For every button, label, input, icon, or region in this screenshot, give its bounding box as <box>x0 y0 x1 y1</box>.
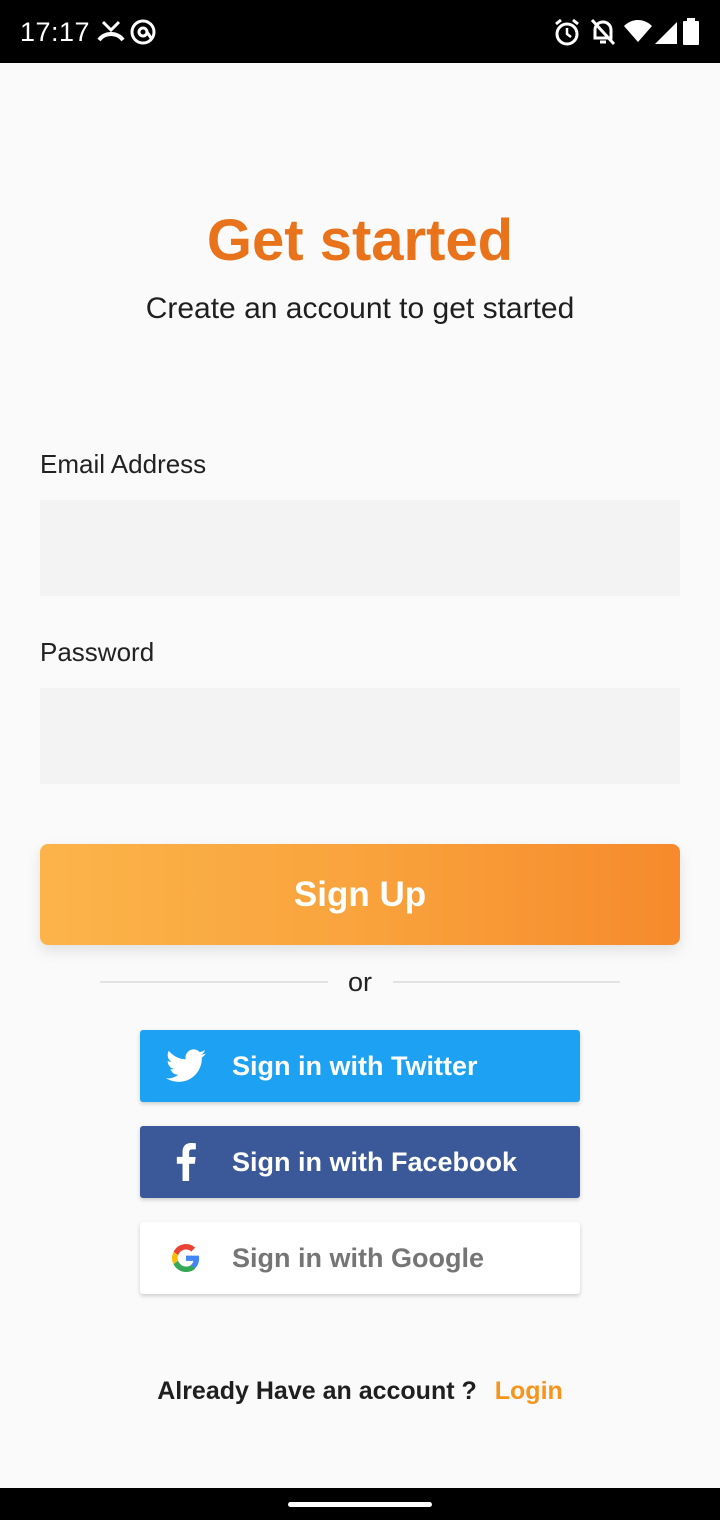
password-field[interactable] <box>40 688 680 784</box>
status-time: 17:17 <box>20 17 91 47</box>
facebook-sign-in-button[interactable]: Sign in with Facebook <box>140 1126 580 1198</box>
google-icon <box>164 1236 208 1280</box>
page-subtitle: Create an account to get started <box>145 292 575 325</box>
twitter-icon <box>164 1044 208 1088</box>
missed-call-icon <box>97 16 125 48</box>
navigation-bar <box>0 1488 720 1520</box>
login-link[interactable]: Login <box>495 1377 563 1405</box>
divider-line-left <box>100 981 328 983</box>
signal-icon <box>653 16 679 48</box>
signup-screen: 17:17 Get started Create an account to g… <box>0 0 720 1520</box>
already-have-account-text: Already Have an account ? <box>157 1377 477 1405</box>
sign-up-label: Sign Up <box>293 874 427 914</box>
google-sign-in-button[interactable]: Sign in with Google <box>140 1222 580 1294</box>
google-sign-in-label: Sign in with Google <box>232 1243 484 1273</box>
alarm-icon <box>553 16 581 48</box>
twitter-sign-in-button[interactable]: Sign in with Twitter <box>140 1030 580 1102</box>
twitter-sign-in-label: Sign in with Twitter <box>232 1051 478 1081</box>
home-indicator[interactable] <box>288 1502 432 1507</box>
sign-up-button[interactable]: Sign Up <box>40 844 680 945</box>
facebook-sign-in-label: Sign in with Facebook <box>232 1147 518 1177</box>
at-sign-icon <box>129 16 157 48</box>
divider-line-right <box>393 981 620 983</box>
facebook-icon <box>164 1140 208 1184</box>
status-bar: 17:17 <box>0 0 720 63</box>
email-field[interactable] <box>40 500 680 596</box>
divider-or: or <box>347 967 372 997</box>
login-prompt: Already Have an account ? Login <box>0 1374 720 1408</box>
email-label: Email Address <box>40 449 207 479</box>
password-label: Password <box>40 637 155 667</box>
wifi-icon <box>622 16 654 48</box>
notifications-off-icon <box>590 16 616 48</box>
battery-icon <box>681 16 701 48</box>
page-title: Get started <box>206 208 514 273</box>
